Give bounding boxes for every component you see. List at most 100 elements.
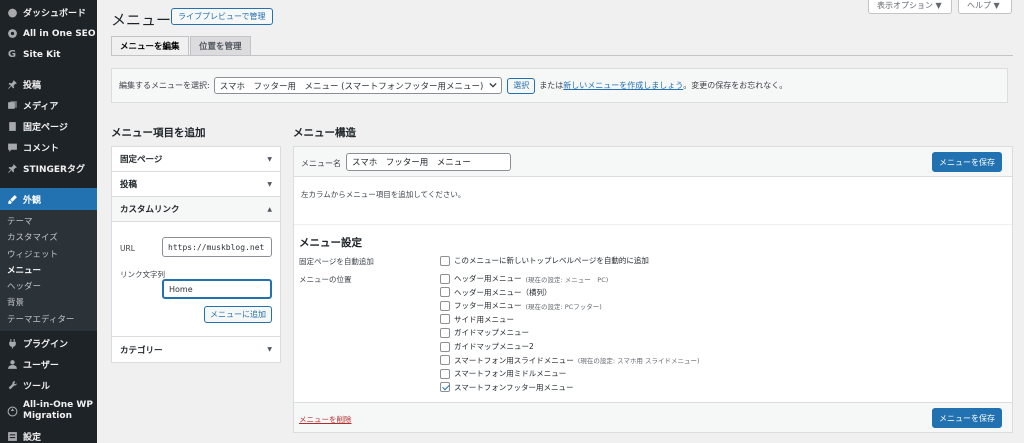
sidebar-item-media[interactable]: メディア xyxy=(0,95,97,116)
sidebar-item-label: Site Kit xyxy=(23,49,61,60)
location-label: ヘッダー用メニュー（横列） xyxy=(454,287,552,297)
tab-manage-locations[interactable]: 位置を管理 xyxy=(190,36,251,56)
location-current-note: (現在の設定: PCフッター) xyxy=(525,302,602,311)
menu-select-dropdown[interactable]: スマホ フッター用 メニュー (スマートフォンフッター用メニュー) xyxy=(213,77,503,94)
sidebar-item-label: 設定 xyxy=(23,433,42,443)
divider xyxy=(294,224,1012,225)
location-current-note: (現在の設定: メニュー PC) xyxy=(525,275,609,284)
admin-sidebar: ダッシュボード All in One SEO G Site Kit 投稿 メディア… xyxy=(0,0,97,443)
sidebar-item-settings[interactable]: 設定 xyxy=(0,426,97,443)
sidebar-item-dashboard[interactable]: ダッシュボード xyxy=(0,2,97,23)
location-option[interactable]: スマートフォンフッター用メニュー xyxy=(440,382,574,393)
delete-menu-link[interactable]: メニューを削除 xyxy=(299,414,352,425)
location-checkbox[interactable] xyxy=(440,382,450,393)
location-option[interactable]: スマートフォン用スライドメニュー (現在の設定: スマホ用 スライドメニュー) xyxy=(440,355,699,366)
link-text-input[interactable]: Home xyxy=(162,279,272,299)
location-option[interactable]: ガイドマップメニュー2 xyxy=(440,341,534,352)
comment-icon xyxy=(6,142,18,154)
location-checkbox[interactable] xyxy=(440,341,450,352)
location-option[interactable]: サイド用メニュー xyxy=(440,314,514,325)
accordion-label: カテゴリー xyxy=(120,345,163,356)
location-option[interactable]: フッター用メニュー (現在の設定: PCフッター) xyxy=(440,300,602,311)
triangle-down-icon: ▼ xyxy=(267,155,272,163)
link-text-label: リンク文字列 xyxy=(120,270,165,279)
select-button[interactable]: 選択 xyxy=(507,77,536,94)
sidebar-item-label: プラグイン xyxy=(23,340,69,351)
sidebar-item-comments[interactable]: コメント xyxy=(0,137,97,158)
sidebar-item-label: All-in-One WP Migration xyxy=(23,400,93,422)
sidebar-item-label: STINGERタグ xyxy=(23,165,85,175)
menu-name-input[interactable]: スマホ フッター用 メニュー xyxy=(346,153,511,171)
sidebar-item-appearance[interactable]: 外観 xyxy=(0,188,97,210)
sidebar-item-label: 投稿 xyxy=(23,81,42,91)
submenu-item-theme-editor[interactable]: テーマエディター xyxy=(0,312,97,328)
location-option[interactable]: ヘッダー用メニュー（横列） xyxy=(440,287,552,298)
auto-add-label: 固定ページを自動追加 xyxy=(299,257,374,266)
auto-add-option-label: このメニューに新しいトップレベルページを自動的に追加 xyxy=(454,256,649,265)
submenu-item-background[interactable]: 背景 xyxy=(0,295,97,311)
sidebar-item-plugins[interactable]: プラグイン xyxy=(0,333,97,354)
submenu-item-themes[interactable]: テーマ xyxy=(0,214,97,230)
location-checkbox[interactable] xyxy=(440,355,450,366)
menu-structure-panel: メニュー名 スマホ フッター用 メニュー メニューを保存 左カラムからメニュー項… xyxy=(293,146,1013,433)
help-button[interactable]: ヘルプ ▼ xyxy=(958,0,1012,14)
wrench-icon xyxy=(6,380,18,392)
accordion-label: カスタムリンク xyxy=(120,205,180,215)
accordion-posts[interactable]: 投稿 ▼ xyxy=(112,172,280,197)
submenu-item-widgets[interactable]: ウィジェット xyxy=(0,247,97,263)
sidebar-item-migration[interactable]: All-in-One WP Migration xyxy=(0,396,97,426)
sidebar-item-aioseo[interactable]: All in One SEO xyxy=(0,23,97,44)
location-label: ガイドマップメニュー xyxy=(454,328,529,338)
dashboard-icon xyxy=(6,7,18,19)
url-input[interactable]: https://muskblog.net xyxy=(162,237,272,257)
settings-icon xyxy=(6,431,18,443)
create-new-menu-link[interactable]: 新しいメニューを作成しましょう xyxy=(563,80,683,91)
location-current-note: (現在の設定: スマホ用 スライドメニュー) xyxy=(577,357,700,366)
select-menu-label: 編集するメニューを選択: xyxy=(119,81,210,90)
location-label: フッター用メニュー xyxy=(454,301,522,311)
location-checkbox[interactable] xyxy=(440,368,450,379)
location-option[interactable]: ヘッダー用メニュー (現在の設定: メニュー PC) xyxy=(440,273,608,284)
sidebar-item-users[interactable]: ユーザー xyxy=(0,354,97,375)
live-preview-button[interactable]: ライブプレビューで管理 xyxy=(171,8,273,25)
or-text: または xyxy=(539,81,564,90)
location-checkbox[interactable] xyxy=(440,300,450,311)
sidebar-item-label: 外観 xyxy=(23,195,42,206)
auto-add-checkbox[interactable] xyxy=(440,255,450,266)
add-menu-items-heading: メニュー項目を追加 xyxy=(111,127,206,139)
location-label: ガイドマップメニュー2 xyxy=(454,342,534,351)
menu-structure-footer: メニューを削除 メニューを保存 xyxy=(294,402,1012,432)
sidebar-item-posts[interactable]: 投稿 xyxy=(0,74,97,95)
submenu-item-header[interactable]: ヘッダー xyxy=(0,279,97,295)
location-checkbox[interactable] xyxy=(440,273,450,284)
auto-add-option[interactable]: このメニューに新しいトップレベルページを自動的に追加 xyxy=(440,255,649,266)
accordion-pages[interactable]: 固定ページ ▼ xyxy=(112,147,280,172)
location-option[interactable]: ガイドマップメニュー xyxy=(440,327,529,338)
tab-edit-menus[interactable]: メニューを編集 xyxy=(111,36,189,56)
sidebar-item-stinger-tag[interactable]: STINGERタグ xyxy=(0,158,97,179)
triangle-up-icon: ▲ xyxy=(267,205,272,213)
location-checkbox[interactable] xyxy=(440,287,450,298)
accordion-custom-links[interactable]: カスタムリンク ▲ xyxy=(112,197,280,222)
save-menu-button-bottom[interactable]: メニューを保存 xyxy=(932,408,1002,428)
accordion-categories[interactable]: カテゴリー ▼ xyxy=(112,337,280,362)
menu-instructions: 左カラムからメニュー項目を追加してください。 xyxy=(301,190,466,199)
menu-name-label: メニュー名 xyxy=(301,159,341,168)
location-option[interactable]: スマートフォン用ミドルメニュー xyxy=(440,368,566,379)
sidebar-item-sitekit[interactable]: G Site Kit xyxy=(0,44,97,65)
location-checkbox[interactable] xyxy=(440,314,450,325)
menu-structure-heading: メニュー構造 xyxy=(293,127,356,139)
sidebar-item-tools[interactable]: ツール xyxy=(0,375,97,396)
sidebar-item-pages[interactable]: 固定ページ xyxy=(0,116,97,137)
screen-options-button[interactable]: 表示オプション ▼ xyxy=(868,0,952,14)
tab-divider xyxy=(111,55,1013,56)
submenu-item-customize[interactable]: カスタマイズ xyxy=(0,230,97,246)
add-to-menu-button[interactable]: メニューに追加 xyxy=(204,306,272,323)
page-title: メニュー xyxy=(111,11,172,29)
location-checkbox[interactable] xyxy=(440,327,450,338)
save-menu-button-top[interactable]: メニューを保存 xyxy=(932,152,1002,172)
url-label: URL xyxy=(120,244,135,253)
plugin-icon xyxy=(6,338,18,350)
sidebar-top-group: ダッシュボード All in One SEO G Site Kit xyxy=(0,0,97,65)
submenu-item-menus[interactable]: メニュー xyxy=(0,263,97,279)
